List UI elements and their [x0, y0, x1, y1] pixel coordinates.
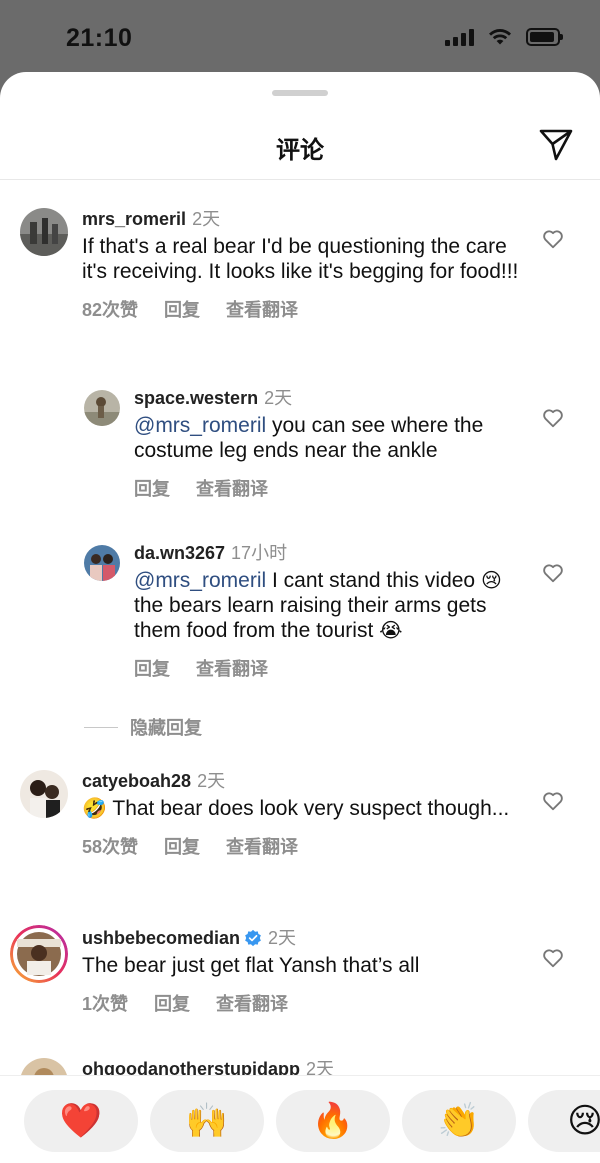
see-translation-button[interactable]: 查看翻译 — [196, 655, 268, 681]
comment-meta: mrs_romeril 2天 — [82, 208, 522, 230]
avatar[interactable] — [84, 390, 120, 426]
like-heart-icon[interactable] — [542, 407, 564, 429]
reply-button[interactable]: 回复 — [134, 475, 170, 501]
comment-meta: ushbebecomedian 2天 — [82, 927, 522, 949]
like-heart-icon[interactable] — [542, 790, 564, 812]
mention-link[interactable]: @mrs_romeril — [134, 569, 266, 592]
like-count[interactable]: 58次赞 — [82, 833, 138, 859]
comment-username[interactable]: space.western — [134, 388, 258, 408]
comment-time: 2天 — [197, 771, 226, 791]
rofl-emoji: 🤣 — [82, 796, 107, 820]
comment-text: @mrs_romeril I cant stand this video 😢 t… — [134, 568, 524, 643]
see-translation-button[interactable]: 查看翻译 — [216, 990, 288, 1016]
reaction-heart-button[interactable]: ❤️ — [24, 1090, 138, 1152]
avatar[interactable] — [20, 208, 68, 256]
status-bar: 21:10 — [0, 0, 600, 72]
comment-list: mrs_romeril 2天 If that's a real bear I'd … — [0, 180, 600, 1075]
status-icons — [445, 28, 563, 46]
hide-replies-button[interactable]: 隐藏回复 — [84, 714, 202, 740]
like-heart-icon[interactable] — [542, 947, 564, 969]
comment-text-body: That bear does look very suspect though.… — [106, 797, 510, 820]
comment-text: @mrs_romeril you can see where the costu… — [134, 413, 524, 463]
reaction-crying-button[interactable]: 😢 — [528, 1090, 600, 1152]
battery-icon — [526, 28, 563, 46]
quick-reactions-bar: ❤️ 🙌 🔥 👏 😢 — [0, 1075, 600, 1163]
comment-username[interactable]: catyeboah28 — [82, 771, 191, 791]
comment-text-part-a: I cant stand this video — [266, 569, 481, 592]
comment-time: 2天 — [264, 388, 293, 408]
mention-link[interactable]: @mrs_romeril — [134, 414, 266, 437]
comment-actions: 82次赞 回复 查看翻译 — [82, 296, 522, 322]
comment-actions: 1次赞 回复 查看翻译 — [82, 990, 522, 1016]
sheet-header: 评论 — [0, 112, 600, 180]
see-translation-button[interactable]: 查看翻译 — [196, 475, 268, 501]
comment-actions: 回复 查看翻译 — [134, 475, 524, 501]
like-heart-icon[interactable] — [542, 228, 564, 250]
comment-time: 2天 — [305, 1059, 334, 1075]
comment-text: The bear just get flat Yansh that’s all — [82, 954, 420, 977]
reaction-clapping-button[interactable]: 👏 — [402, 1090, 516, 1152]
avatar[interactable] — [84, 545, 120, 581]
like-heart-icon[interactable] — [542, 562, 564, 584]
comment-meta: catyeboah28 2天 — [82, 770, 522, 792]
comment-username[interactable]: mrs_romeril — [82, 209, 186, 229]
comment-meta: space.western 2天 — [134, 387, 524, 409]
page-title: 评论 — [276, 137, 324, 164]
avatar[interactable] — [20, 1058, 68, 1075]
comment-time: 2天 — [192, 209, 221, 229]
comment-meta: da.wn3267 17小时 — [134, 542, 524, 564]
comment-username[interactable]: ohgoodanotherstupidapp — [82, 1059, 300, 1075]
reaction-raised-hands-button[interactable]: 🙌 — [150, 1090, 264, 1152]
comments-sheet: 评论 mrs_romeril 2天 If that's a real bear … — [0, 72, 600, 1163]
hide-replies-label: 隐藏回复 — [130, 718, 202, 738]
reply-button[interactable]: 回复 — [154, 990, 190, 1016]
reply-button[interactable]: 回复 — [134, 655, 170, 681]
loudly-crying-face-emoji: 😭 — [379, 618, 403, 642]
reply-button[interactable]: 回复 — [164, 296, 200, 322]
comment-actions: 回复 查看翻译 — [134, 655, 524, 681]
see-translation-button[interactable]: 查看翻译 — [226, 296, 298, 322]
wifi-icon — [489, 29, 511, 45]
comment-time: 17小时 — [231, 543, 288, 563]
like-count[interactable]: 1次赞 — [82, 990, 128, 1016]
comment-text: 🤣 That bear does look very suspect thoug… — [82, 796, 522, 821]
comment-actions: 58次赞 回复 查看翻译 — [82, 833, 522, 859]
comment-text: If that's a real bear I'd be questioning… — [82, 235, 519, 283]
comment-text-part-b: the bears learn raising their arms gets … — [134, 594, 487, 642]
comment-time: 2天 — [268, 928, 297, 948]
like-count[interactable]: 82次赞 — [82, 296, 138, 322]
avatar-with-story-ring[interactable] — [10, 925, 68, 983]
comment-username[interactable]: ushbebecomedian — [82, 928, 240, 948]
divider-line — [84, 726, 118, 728]
avatar[interactable] — [20, 770, 68, 818]
reply-button[interactable]: 回复 — [164, 833, 200, 859]
verified-badge-icon — [245, 929, 261, 947]
comment-username[interactable]: da.wn3267 — [134, 543, 225, 563]
send-icon[interactable] — [538, 126, 574, 162]
reaction-fire-button[interactable]: 🔥 — [276, 1090, 390, 1152]
drag-handle[interactable] — [272, 90, 328, 96]
cellular-signal-icon — [445, 28, 474, 46]
comment-meta: ohgoodanotherstupidapp 2天 — [82, 1058, 522, 1075]
see-translation-button[interactable]: 查看翻译 — [226, 833, 298, 859]
crying-face-emoji: 😢 — [480, 568, 502, 592]
status-time: 21:10 — [66, 24, 133, 52]
